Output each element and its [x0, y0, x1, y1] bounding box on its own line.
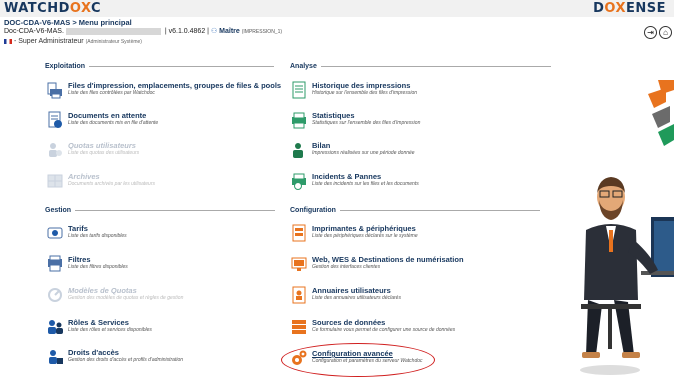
version: | v6.1.0.4862 |: [164, 28, 209, 35]
printer-devices-icon: [290, 224, 308, 242]
menu-item-filtres[interactable]: Filtres Liste des filtres disponibles: [46, 255, 128, 273]
menu-item-roles[interactable]: Rôles & Services Liste des rôles et servi…: [46, 318, 152, 336]
master-sub: (IMPRESSION_1): [241, 29, 283, 35]
printer-queue-icon: [46, 81, 64, 99]
host-name: Doc-CDA-V6-MAS.: [4, 28, 64, 35]
menu-item-statistics[interactable]: Statistiques Statistiques sur l'ensemble …: [290, 111, 420, 129]
filter-icon: [46, 255, 64, 273]
top-bar: WATCHDOXC DOXENSE: [0, 0, 674, 17]
menu-item-archives[interactable]: Archives Documents archivés par les utili…: [46, 172, 155, 190]
logout-icon[interactable]: ⇥: [644, 26, 657, 39]
section-exploitation: Exploitation: [45, 63, 275, 70]
menu-item-history[interactable]: Historique des impressions Historique sur…: [290, 81, 417, 99]
users-quota-icon: [46, 141, 64, 159]
server-info: Doc-CDA-V6-MAS. | v6.1.0.4862 | ⚇ Maître…: [4, 27, 282, 37]
master-label: Maître: [219, 28, 240, 35]
watchdoc-logo: WATCHDOXC: [4, 1, 102, 16]
database-icon: [290, 318, 308, 336]
highlight-ellipse: [281, 343, 435, 377]
menu-item-bilan[interactable]: Bilan Impressions réalisées sur une pério…: [290, 141, 415, 159]
doxense-logo: DOXENSE: [593, 1, 666, 16]
role-sub: (Administrateur Système): [85, 39, 142, 45]
menu-item-files[interactable]: Files d'impression, emplacements, groupe…: [46, 81, 281, 99]
roles-icon: [46, 318, 64, 336]
breadcrumb: DOC-CDA-V6-MAS > Menu principal: [4, 18, 132, 27]
role-label: Super Administrateur: [18, 38, 84, 45]
directory-icon: [290, 286, 308, 304]
report-icon: [290, 141, 308, 159]
menu-item-web-wes[interactable]: Web, WES & Destinations de numérisation G…: [290, 255, 464, 273]
quota-model-icon: [46, 286, 64, 304]
businessman-illustration: [580, 80, 674, 375]
home-icon[interactable]: ⌂: [659, 26, 672, 39]
menu-item-printers[interactable]: Imprimantes & périphériques Liste des pér…: [290, 224, 418, 242]
incidents-icon: [290, 172, 308, 190]
section-gestion: Gestion: [45, 207, 276, 214]
flag-icon: [4, 38, 12, 44]
header-info: DOC-CDA-V6-MAS > Menu principal Doc-CDA-…: [4, 18, 282, 47]
archive-icon: [46, 172, 64, 190]
section-configuration: Configuration: [290, 207, 540, 214]
pricing-icon: [46, 224, 64, 242]
menu-item-quota-models[interactable]: Modèles de Quotas Gestion des modèles de …: [46, 286, 183, 304]
pending-document-icon: [46, 111, 64, 129]
menu-item-directories[interactable]: Annuaires utilisateurs Liste des annuaire…: [290, 286, 401, 304]
access-rights-icon: [46, 348, 64, 366]
menu-item-access-rights[interactable]: Droits d'accès Gestion des droits d'accès…: [46, 348, 183, 366]
menu-item-incidents[interactable]: Incidents & Pannes Liste des incidents su…: [290, 172, 419, 190]
menu-item-user-quotas[interactable]: Quotas utilisateurs Liste des quotas des …: [46, 141, 139, 159]
statistics-icon: [290, 111, 308, 129]
section-analyse: Analyse: [290, 63, 551, 70]
web-interface-icon: [290, 255, 308, 273]
menu-item-tarifs[interactable]: Tarifs Liste des tarifs disponibles: [46, 224, 127, 242]
history-icon: [290, 81, 308, 99]
redacted-host: [65, 27, 161, 35]
menu-item-data-sources[interactable]: Sources de données Ce formulaire vous per…: [290, 318, 455, 336]
menu-item-pending-docs[interactable]: Documents en attente Liste des documents …: [46, 111, 158, 129]
user-role: - Super Administrateur (Administrateur S…: [4, 37, 282, 47]
master-icon: ⚇: [210, 28, 218, 35]
